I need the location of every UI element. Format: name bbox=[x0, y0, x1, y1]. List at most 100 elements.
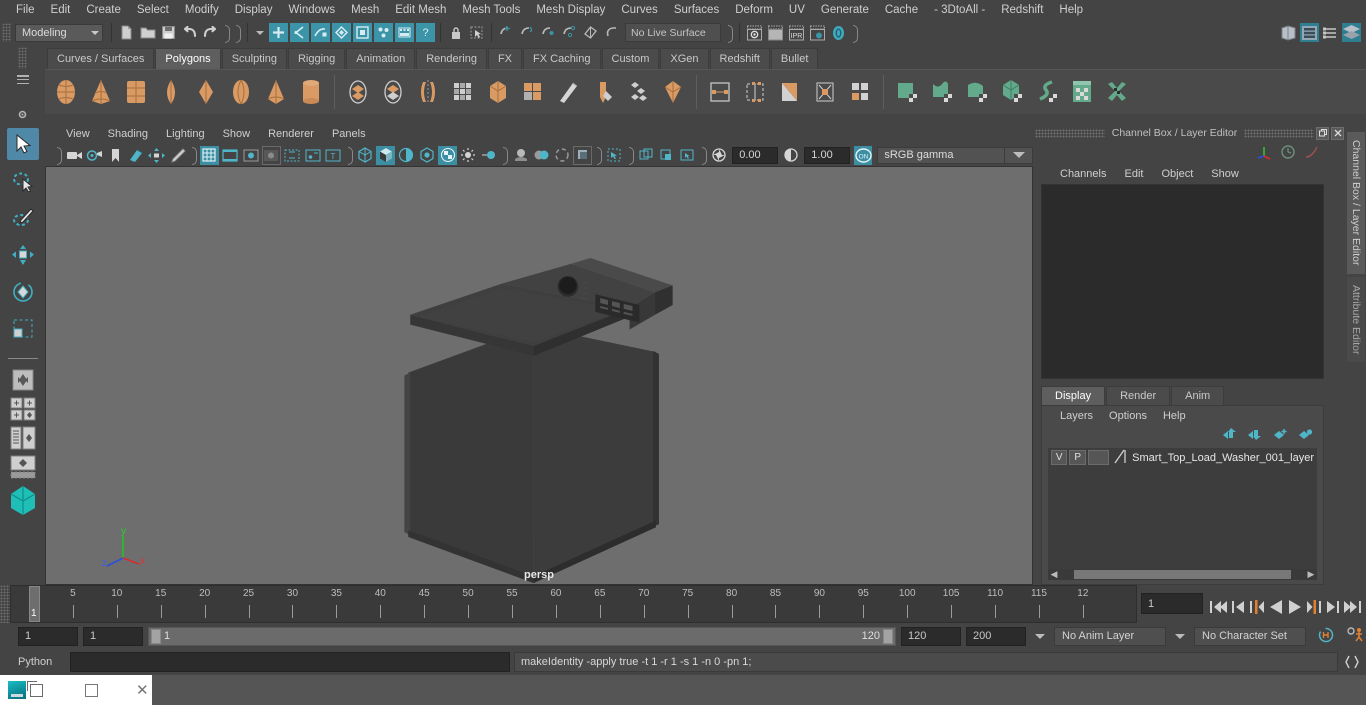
anim-end-field[interactable]: 200 bbox=[966, 626, 1026, 646]
gate-mask-icon[interactable] bbox=[261, 145, 281, 165]
menu-item-modify[interactable]: Modify bbox=[177, 0, 227, 20]
time-ruler[interactable]: 1 5 10 15 20 25 30 35 40 45 50 55 60 65 70 75 80 85 90 95 1… bbox=[10, 585, 1137, 623]
image-plane-icon[interactable] bbox=[127, 146, 146, 165]
poly-cylinder-icon[interactable] bbox=[154, 73, 188, 111]
uv-cube-green-icon[interactable] bbox=[995, 73, 1029, 111]
select-camera-icon[interactable] bbox=[65, 146, 84, 165]
viewport-menu-renderer[interactable]: Renderer bbox=[259, 124, 323, 144]
uv-layout-icon[interactable] bbox=[843, 73, 877, 111]
command-input[interactable] bbox=[70, 652, 510, 672]
selection-mask-icon[interactable] bbox=[353, 23, 372, 42]
layer-list[interactable]: V P Smart_Top_Load_Washer_001_layer bbox=[1048, 448, 1317, 569]
exposure-field[interactable]: 0.00 bbox=[732, 146, 778, 164]
step-forward-key-icon[interactable] bbox=[1306, 599, 1322, 618]
snap-view-plane-icon[interactable] bbox=[581, 23, 600, 42]
menu-item-create[interactable]: Create bbox=[78, 0, 129, 20]
menu-item-file[interactable]: File bbox=[8, 0, 43, 20]
uv-wave-green-icon[interactable] bbox=[925, 73, 959, 111]
safe-action-icon[interactable] bbox=[303, 146, 322, 165]
shelf-tab-custom[interactable]: Custom bbox=[601, 48, 660, 69]
character-set-select[interactable]: No Character Set bbox=[1194, 626, 1306, 646]
statusline-grip[interactable] bbox=[2, 23, 11, 42]
maximize-window-icon[interactable] bbox=[85, 683, 98, 697]
move-tool[interactable] bbox=[7, 239, 39, 271]
time-playhead[interactable]: 1 bbox=[29, 586, 40, 622]
menu-item-curves[interactable]: Curves bbox=[613, 0, 665, 20]
menu-item-mesh-display[interactable]: Mesh Display bbox=[528, 0, 613, 20]
grease-pencil-icon[interactable] bbox=[168, 146, 187, 165]
poly-pyramid-icon[interactable] bbox=[259, 73, 293, 111]
uv-cylindrical-mapping-icon[interactable] bbox=[738, 73, 772, 111]
poly-mirror-icon[interactable] bbox=[411, 73, 445, 111]
transform-axes-icon[interactable] bbox=[1256, 144, 1272, 163]
poly-prism-icon[interactable] bbox=[294, 73, 328, 111]
poly-merge-icon[interactable] bbox=[656, 73, 690, 111]
xray-icon[interactable] bbox=[573, 145, 593, 165]
viewport-menu-lighting[interactable]: Lighting bbox=[157, 124, 214, 144]
menu-item-redshift[interactable]: Redshift bbox=[993, 0, 1051, 20]
attribute-editor-icon[interactable] bbox=[1300, 23, 1319, 42]
command-language-label[interactable]: Python bbox=[18, 656, 66, 668]
channel-box-icon[interactable] bbox=[1342, 23, 1361, 42]
shelf-tab-bullet[interactable]: Bullet bbox=[770, 48, 819, 69]
chevron-down-icon[interactable] bbox=[256, 30, 264, 35]
xray-joints-icon[interactable] bbox=[605, 146, 624, 165]
viewport-menu-shading[interactable]: Shading bbox=[99, 124, 157, 144]
snap-active-object-icon[interactable] bbox=[602, 23, 621, 42]
depth-of-field-icon[interactable] bbox=[532, 146, 551, 165]
range-start-field[interactable]: 1 bbox=[83, 626, 143, 646]
uv-cut-icon[interactable] bbox=[773, 73, 807, 111]
poly-boolean-union-icon[interactable] bbox=[341, 73, 375, 111]
new-layer-from-selected-icon[interactable] bbox=[1298, 428, 1313, 444]
menu-item-deform[interactable]: Deform bbox=[727, 0, 781, 20]
shelf-tab-rigging[interactable]: Rigging bbox=[287, 48, 346, 69]
shelf-tab-curves-surfaces[interactable]: Curves / Surfaces bbox=[47, 48, 155, 69]
poly-cube-icon[interactable] bbox=[119, 73, 153, 111]
snap-projected-icon[interactable] bbox=[560, 23, 579, 42]
shelf-tab-animation[interactable]: Animation bbox=[346, 48, 416, 69]
script-editor-icon[interactable] bbox=[1342, 652, 1362, 672]
layer-visibility-toggle[interactable]: V bbox=[1051, 450, 1068, 465]
channel-box-menu-object[interactable]: Object bbox=[1152, 164, 1202, 184]
hierarchy-select-icon[interactable] bbox=[269, 23, 288, 42]
paint-select-icon[interactable] bbox=[374, 23, 393, 42]
object-select-icon[interactable] bbox=[290, 23, 309, 42]
play-forwards-icon[interactable] bbox=[1287, 599, 1303, 618]
layer-menu-layers[interactable]: Layers bbox=[1052, 406, 1101, 426]
isolate-selected-icon[interactable] bbox=[637, 146, 656, 165]
render-current-frame-icon[interactable] bbox=[745, 23, 764, 42]
shadows-icon[interactable] bbox=[438, 145, 458, 165]
shelf-tab-fx-caching[interactable]: FX Caching bbox=[523, 48, 601, 69]
anim-start-field[interactable]: 1 bbox=[18, 626, 78, 646]
shelf-tab-rendering[interactable]: Rendering bbox=[416, 48, 487, 69]
layer-row[interactable]: V P Smart_Top_Load_Washer_001_layer bbox=[1048, 448, 1317, 467]
step-forward-frame-icon[interactable] bbox=[1325, 599, 1340, 618]
vertical-tab-channel-box[interactable]: Channel Box / Layer Editor bbox=[1347, 132, 1365, 274]
menu-item-help[interactable]: Help bbox=[1051, 0, 1091, 20]
live-surface-field[interactable]: No Live Surface bbox=[625, 23, 721, 42]
channel-box-menu-channels[interactable]: Channels bbox=[1051, 164, 1115, 184]
lock-icon[interactable] bbox=[446, 23, 465, 42]
viewport-menu-panels[interactable]: Panels bbox=[323, 124, 375, 144]
hypershade-icon[interactable] bbox=[829, 23, 848, 42]
motion-blur-icon[interactable] bbox=[480, 146, 499, 165]
uv-editor-green-icon[interactable] bbox=[1065, 73, 1099, 111]
viewport-menu-view[interactable]: View bbox=[57, 124, 99, 144]
close-window-icon[interactable]: ✕ bbox=[136, 683, 149, 698]
help-icon[interactable]: ? bbox=[416, 23, 435, 42]
channel-box-menu-show[interactable]: Show bbox=[1202, 164, 1248, 184]
save-scene-icon[interactable] bbox=[159, 23, 178, 42]
close-icon[interactable] bbox=[1331, 126, 1344, 140]
camera-attributes-icon[interactable] bbox=[86, 146, 105, 165]
uv-plane-green-icon[interactable] bbox=[890, 73, 924, 111]
persp-graph-layout[interactable] bbox=[7, 454, 39, 480]
move-layer-down-icon[interactable] bbox=[1248, 428, 1263, 444]
gamma-icon[interactable] bbox=[782, 146, 801, 165]
paint-select-tool[interactable] bbox=[7, 202, 39, 234]
gamma-field[interactable]: 1.00 bbox=[804, 146, 850, 164]
color-management-select[interactable]: sRGB gamma bbox=[877, 146, 1006, 164]
layer-menu-options[interactable]: Options bbox=[1101, 406, 1155, 426]
undo-icon[interactable] bbox=[180, 23, 199, 42]
scroll-right-icon[interactable]: ▶ bbox=[1305, 569, 1317, 580]
poly-bridge-icon[interactable] bbox=[621, 73, 655, 111]
